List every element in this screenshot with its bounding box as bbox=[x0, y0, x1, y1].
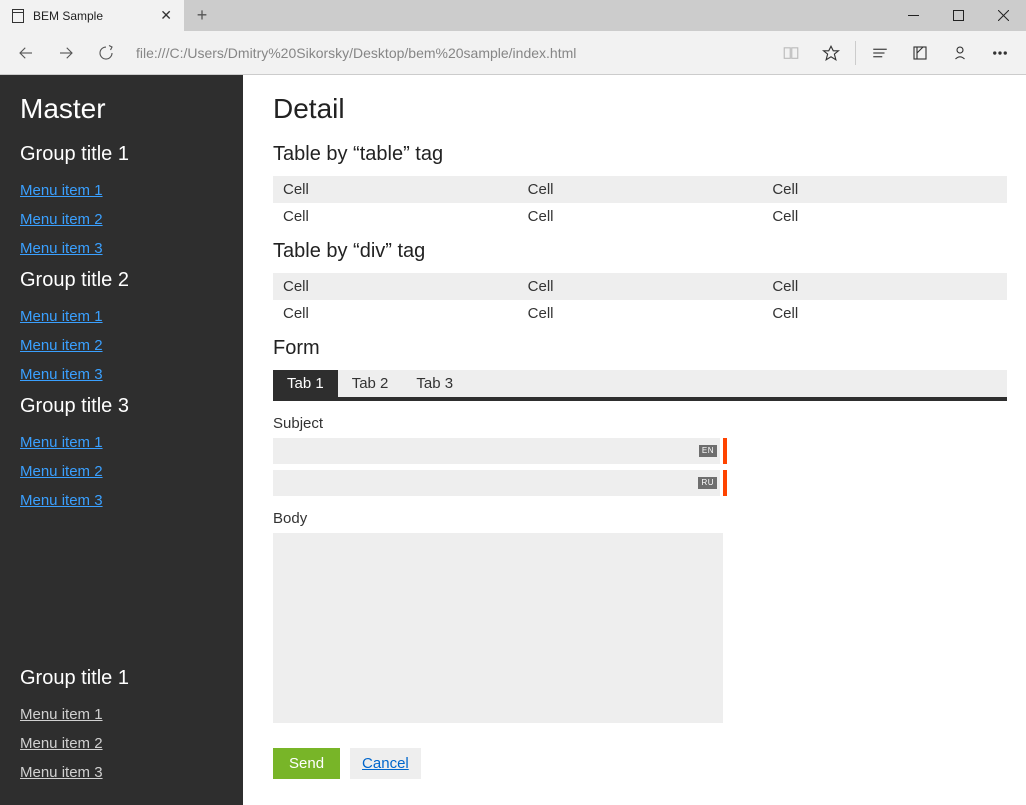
subject-label: Subject bbox=[273, 415, 1008, 432]
table-row: Cell Cell Cell bbox=[273, 300, 1007, 327]
table-cell: Cell bbox=[273, 300, 518, 327]
lang-badge-en: EN bbox=[699, 445, 717, 457]
table-cell: Cell bbox=[518, 176, 763, 203]
forward-button[interactable] bbox=[46, 33, 86, 73]
table-row: Cell Cell Cell bbox=[273, 176, 1007, 203]
favorite-icon[interactable] bbox=[811, 33, 851, 73]
group-title: Group title 3 bbox=[20, 395, 223, 418]
form-heading: Form bbox=[273, 337, 1008, 360]
tab-close-icon[interactable]: ✕ bbox=[156, 5, 176, 26]
toolbar-separator bbox=[855, 41, 856, 65]
table-by-div-tag: Cell Cell Cell Cell Cell Cell bbox=[273, 273, 1007, 327]
menu-item[interactable]: Menu item 3 bbox=[20, 366, 103, 383]
table-cell: Cell bbox=[273, 176, 518, 203]
window-close-button[interactable] bbox=[981, 0, 1026, 31]
send-button[interactable]: Send bbox=[273, 748, 340, 779]
required-marker bbox=[723, 470, 727, 496]
body-label: Body bbox=[273, 510, 1008, 527]
menu-item[interactable]: Menu item 3 bbox=[20, 764, 103, 781]
subject-input-en[interactable] bbox=[273, 438, 720, 464]
main-content: Detail Table by “table” tag Cell Cell Ce… bbox=[243, 75, 1026, 805]
app-root: Master Group title 1 Menu item 1 Menu it… bbox=[0, 75, 1026, 805]
table-cell: Cell bbox=[273, 203, 518, 230]
new-tab-button[interactable]: + bbox=[185, 0, 219, 31]
notes-icon[interactable] bbox=[900, 33, 940, 73]
address-bar[interactable]: file:///C:/Users/Dmitry%20Sikorsky/Deskt… bbox=[136, 39, 761, 67]
tab-3[interactable]: Tab 3 bbox=[402, 370, 467, 397]
menu-item[interactable]: Menu item 3 bbox=[20, 240, 103, 257]
table-cell: Cell bbox=[762, 300, 1007, 327]
table-row: Cell Cell Cell bbox=[273, 273, 1007, 300]
window-controls bbox=[891, 0, 1026, 31]
table2-heading: Table by “div” tag bbox=[273, 240, 1008, 263]
required-marker bbox=[723, 438, 727, 464]
subject-field-ru: RU bbox=[273, 470, 727, 496]
window-titlebar: BEM Sample ✕ + bbox=[0, 0, 1026, 31]
form-tabs: Tab 1 Tab 2 Tab 3 bbox=[273, 370, 1008, 401]
menu-item[interactable]: Menu item 2 bbox=[20, 211, 103, 228]
address-text: file:///C:/Users/Dmitry%20Sikorsky/Deskt… bbox=[136, 45, 576, 61]
body-textarea[interactable] bbox=[273, 533, 723, 723]
table-cell: Cell bbox=[273, 273, 518, 300]
subject-field-en: EN bbox=[273, 438, 727, 464]
lang-badge-ru: RU bbox=[698, 477, 717, 489]
menu-item[interactable]: Menu item 1 bbox=[20, 308, 103, 325]
cancel-button[interactable]: Cancel bbox=[350, 748, 421, 779]
window-minimize-button[interactable] bbox=[891, 0, 936, 31]
table-cell: Cell bbox=[762, 176, 1007, 203]
menu-item[interactable]: Menu item 2 bbox=[20, 463, 103, 480]
sidebar-group: Group title 2 Menu item 1 Menu item 2 Me… bbox=[20, 269, 223, 389]
table-by-table-tag: Cell Cell Cell Cell Cell Cell bbox=[273, 176, 1007, 230]
table1-heading: Table by “table” tag bbox=[273, 143, 1008, 166]
menu-item[interactable]: Menu item 1 bbox=[20, 706, 103, 723]
table-cell: Cell bbox=[518, 203, 763, 230]
table-cell: Cell bbox=[762, 273, 1007, 300]
group-title: Group title 1 bbox=[20, 143, 223, 166]
hub-icon[interactable] bbox=[860, 33, 900, 73]
sidebar-group-bottom: Group title 1 Menu item 1 Menu item 2 Me… bbox=[20, 661, 223, 791]
window-maximize-button[interactable] bbox=[936, 0, 981, 31]
table-cell: Cell bbox=[518, 273, 763, 300]
browser-toolbar: file:///C:/Users/Dmitry%20Sikorsky/Deskt… bbox=[0, 31, 1026, 75]
table-row: Cell Cell Cell bbox=[273, 203, 1007, 230]
sidebar: Master Group title 1 Menu item 1 Menu it… bbox=[0, 75, 243, 805]
menu-item[interactable]: Menu item 1 bbox=[20, 182, 103, 199]
subject-input-ru[interactable] bbox=[273, 470, 720, 496]
refresh-button[interactable] bbox=[86, 33, 126, 73]
menu-item[interactable]: Menu item 2 bbox=[20, 735, 103, 752]
menu-item[interactable]: Menu item 2 bbox=[20, 337, 103, 354]
tab-title: BEM Sample bbox=[33, 9, 156, 23]
sidebar-title: Master bbox=[20, 93, 223, 125]
back-button[interactable] bbox=[6, 33, 46, 73]
sidebar-group: Group title 1 Menu item 1 Menu item 2 Me… bbox=[20, 143, 223, 263]
menu-item[interactable]: Menu item 3 bbox=[20, 492, 103, 509]
group-title: Group title 2 bbox=[20, 269, 223, 292]
group-title: Group title 1 bbox=[20, 667, 223, 690]
page-icon bbox=[10, 8, 26, 24]
reading-view-icon[interactable] bbox=[771, 33, 811, 73]
tab-2[interactable]: Tab 2 bbox=[338, 370, 403, 397]
tab-1[interactable]: Tab 1 bbox=[273, 370, 338, 397]
browser-tab[interactable]: BEM Sample ✕ bbox=[0, 0, 185, 31]
sidebar-group: Group title 3 Menu item 1 Menu item 2 Me… bbox=[20, 395, 223, 515]
share-icon[interactable] bbox=[940, 33, 980, 73]
more-icon[interactable] bbox=[980, 33, 1020, 73]
table-cell: Cell bbox=[518, 300, 763, 327]
page-title: Detail bbox=[273, 93, 1008, 125]
menu-item[interactable]: Menu item 1 bbox=[20, 434, 103, 451]
table-cell: Cell bbox=[762, 203, 1007, 230]
